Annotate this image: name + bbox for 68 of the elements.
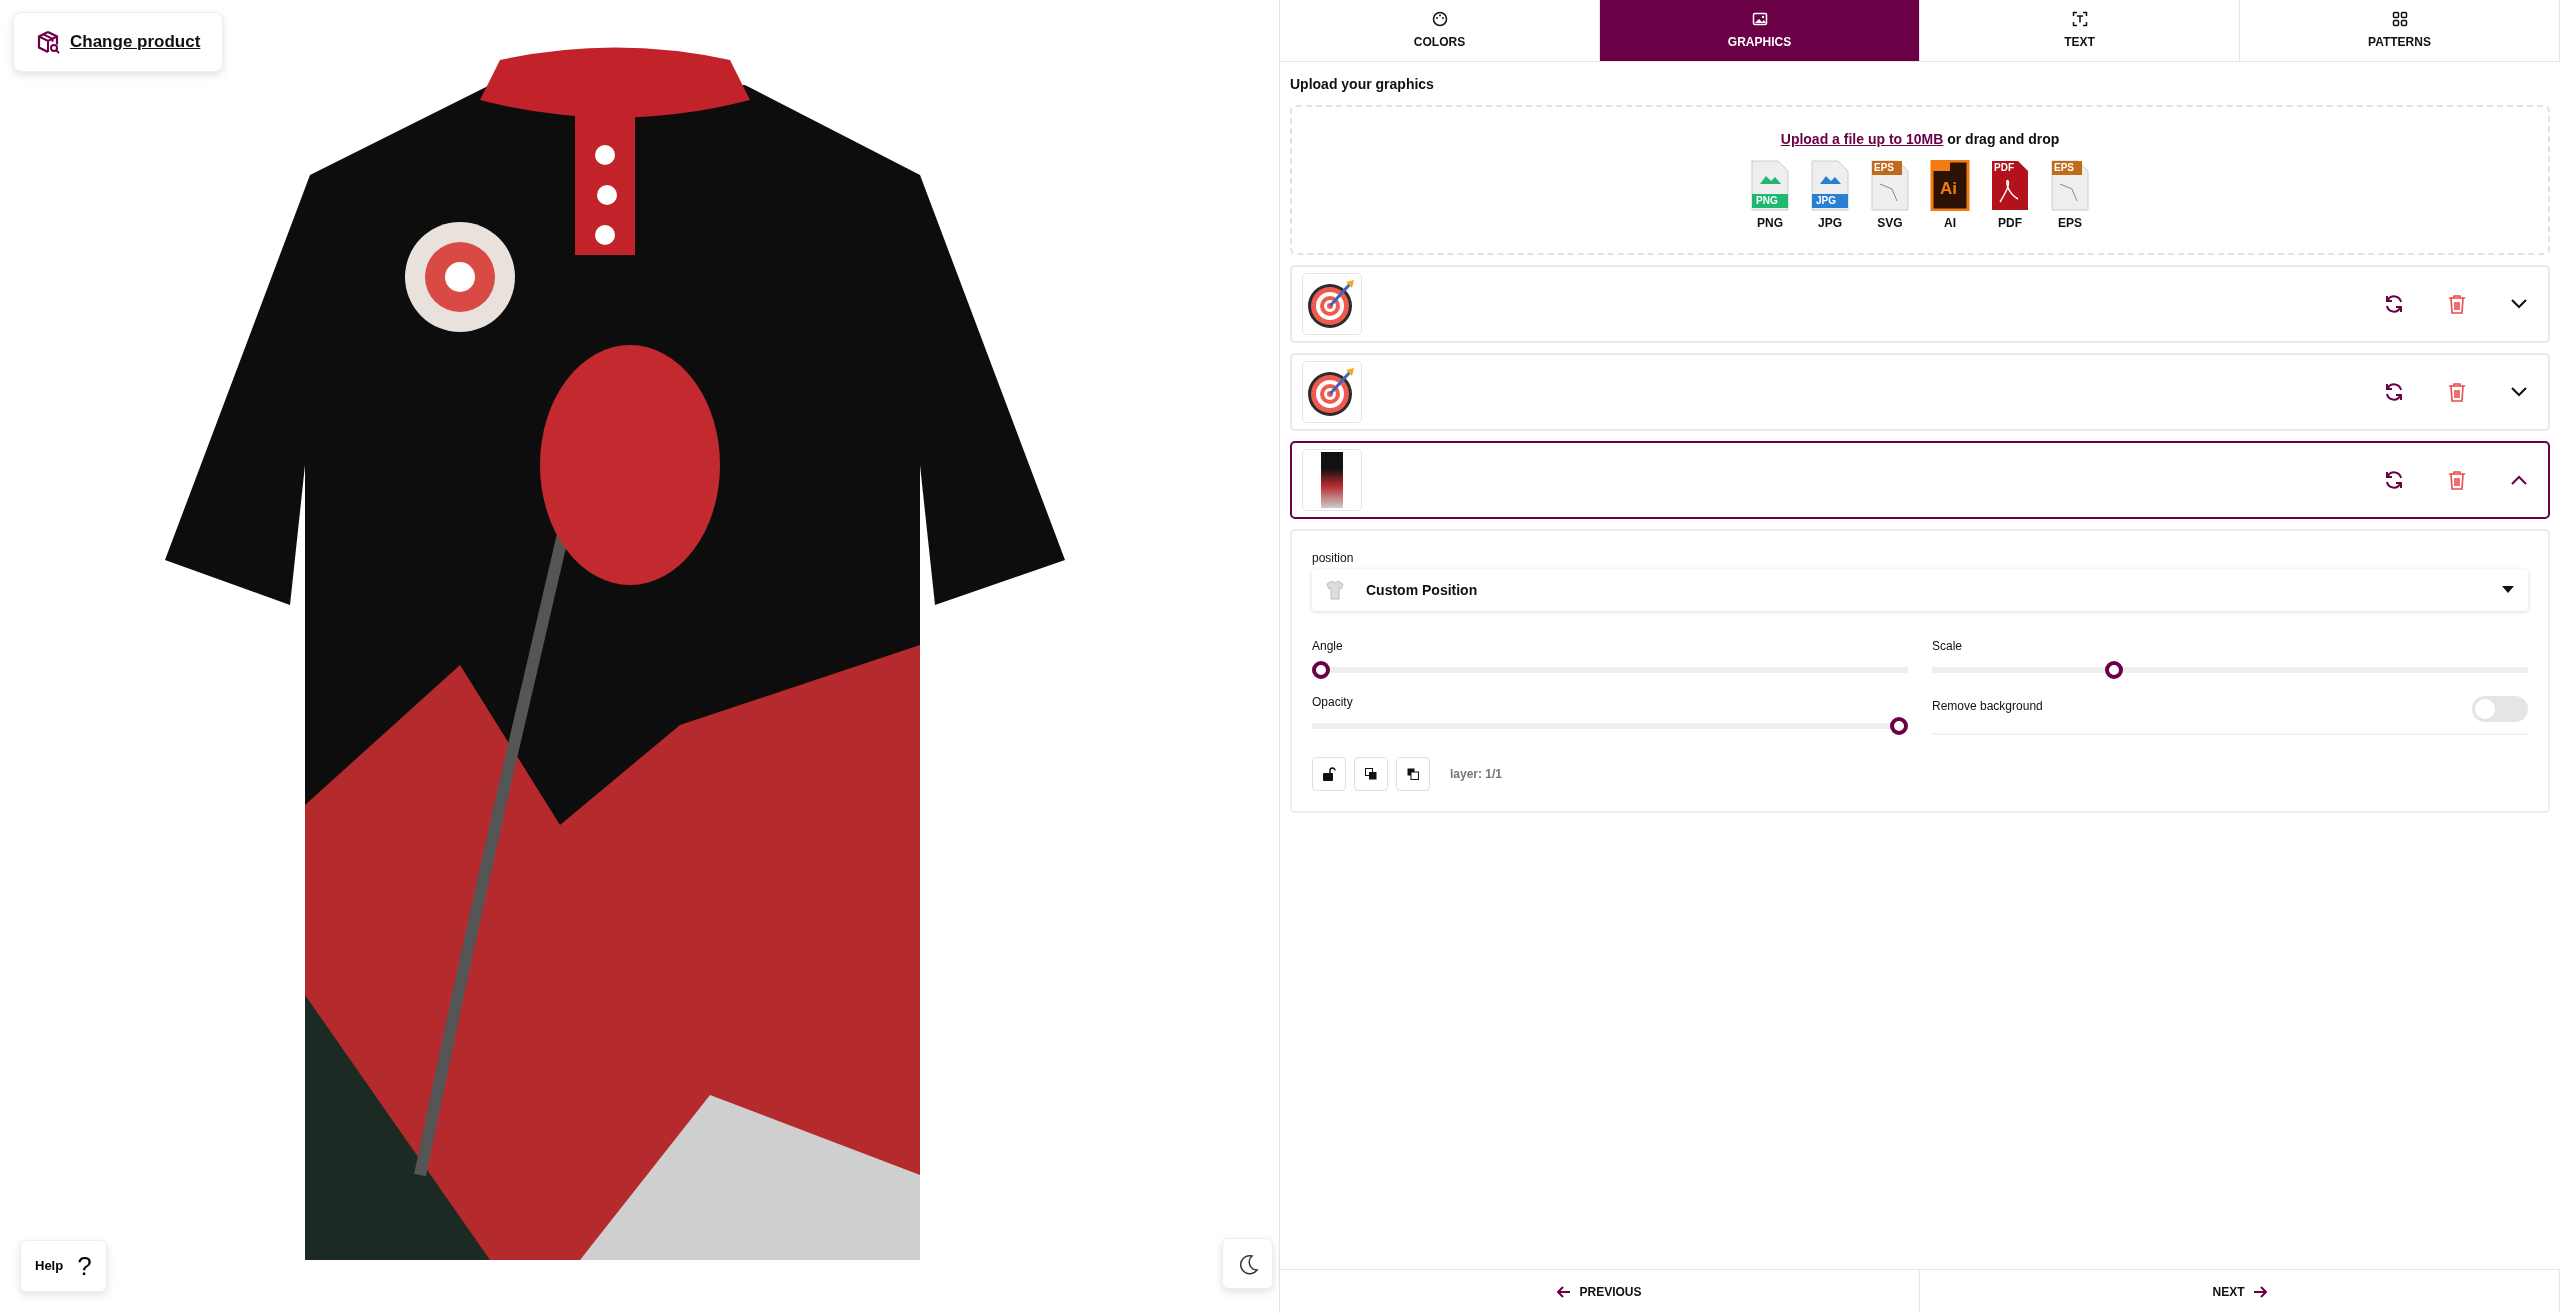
slider-thumb[interactable] [1312, 661, 1330, 679]
format-label: PDF [1994, 162, 2014, 173]
delete-button[interactable] [2448, 470, 2466, 490]
slider-thumb[interactable] [2105, 661, 2124, 679]
trash-icon [2448, 294, 2466, 314]
upload-link[interactable]: Upload a file up to 10MB [1780, 130, 1944, 147]
send-backward-button[interactable] [1396, 757, 1430, 791]
lock-button[interactable] [1312, 757, 1346, 791]
arrow-right-icon [2252, 1285, 2267, 1298]
slider-label: Opacity [1312, 694, 1354, 711]
slider-thumb[interactable] [1890, 717, 1908, 735]
format-label: PNG [1756, 195, 1778, 206]
format-label: EPS [1874, 162, 1894, 173]
question-mark-icon: ? [77, 1246, 92, 1286]
caret-down-icon [2502, 586, 2514, 594]
help-button[interactable]: Help ? [20, 1240, 107, 1292]
help-label: Help [35, 1257, 64, 1276]
file-type-label: SVG [1877, 214, 1903, 232]
file-type-label: JPG [1818, 214, 1842, 232]
chevron-down-icon [2510, 386, 2528, 398]
graphic-layer-row[interactable] [1290, 441, 2550, 519]
unlock-icon [1322, 767, 1336, 781]
file-type-label: PNG [1757, 214, 1783, 232]
toggle-label: Remove background [1932, 698, 2043, 715]
section-heading: Upload your graphics [1290, 75, 1435, 94]
layers-icon [1407, 768, 1419, 780]
toggle-switch[interactable] [2472, 696, 2528, 722]
shirt-icon [1326, 580, 1344, 600]
arrow-left-icon [1557, 1285, 1572, 1298]
layers-icon [1365, 768, 1377, 780]
tab[interactable]: GRAPHICS [1600, 0, 1920, 61]
position-select[interactable]: Custom Position [1312, 569, 2528, 611]
format-label: JPG [1816, 195, 1836, 206]
file-type-label: AI [1944, 214, 1956, 232]
format-label: Ai [1940, 179, 1957, 197]
change-product-link[interactable]: Change product [13, 12, 224, 72]
box-search-icon [36, 30, 60, 54]
chevron-down-icon [2510, 298, 2528, 310]
slider-label: Angle [1312, 638, 1344, 655]
chevron-up-icon [2510, 474, 2528, 486]
toggle-button[interactable] [2510, 298, 2528, 310]
upload-dropzone[interactable]: Upload a file up to 10MB or drag and drop PNG PNG JPG JPG EPS SVG Ai AI PDF PDF EPS EPS [1290, 105, 2550, 255]
artwork-thumbnail [1321, 452, 1343, 508]
bring-forward-button[interactable] [1354, 757, 1388, 791]
refresh-icon [2384, 382, 2404, 402]
trash-icon [2448, 382, 2466, 402]
toggle-button[interactable] [2510, 474, 2528, 486]
replace-button[interactable] [2384, 470, 2404, 490]
dark-mode-button[interactable] [1222, 1238, 1273, 1289]
layer-count: layer: 1/1 [1450, 766, 1503, 783]
trash-icon [2448, 470, 2466, 490]
text-icon [2071, 10, 2088, 27]
toggle-button[interactable] [2510, 386, 2528, 398]
refresh-icon [2384, 294, 2404, 314]
upload-instructions: Upload a file up to 10MB or drag and drop [1780, 129, 2060, 149]
replace-button[interactable] [2384, 382, 2404, 402]
field-label: position [1312, 550, 1355, 567]
file-type-label: PDF [1998, 214, 2022, 232]
replace-button[interactable] [2384, 294, 2404, 314]
slider-label: Scale [1932, 638, 1964, 655]
palette-icon [1431, 10, 1448, 27]
image-icon [1751, 10, 1768, 27]
grid-icon [2391, 10, 2408, 27]
delete-button[interactable] [2448, 382, 2466, 402]
file-type-label: EPS [2058, 214, 2082, 232]
delete-button[interactable] [2448, 294, 2466, 314]
refresh-icon [2384, 470, 2404, 490]
format-label: EPS [2054, 162, 2074, 173]
